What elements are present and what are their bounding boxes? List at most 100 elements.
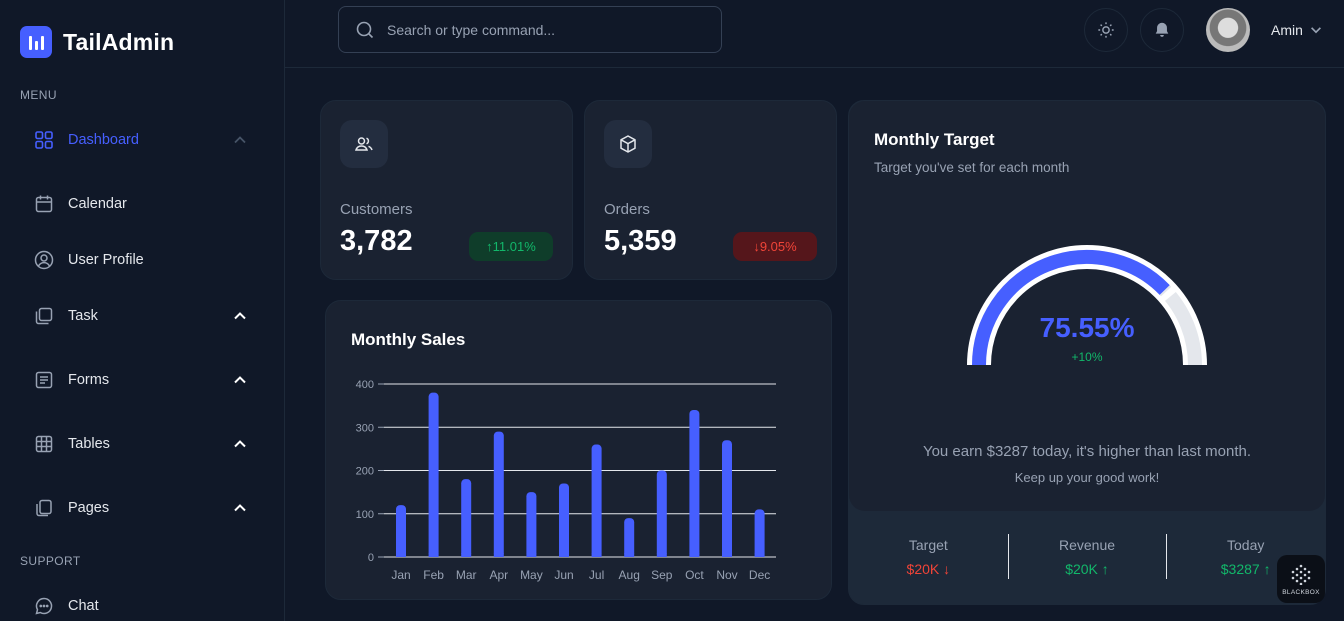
task-icon [32,304,56,328]
user-menu[interactable]: Amin [1271,22,1323,38]
metric-value: 5,359 [604,225,677,257]
bar-base [656,553,667,557]
bar-base [689,553,700,557]
change-badge: ↑ 11.01% [469,232,553,261]
bar-base [493,553,504,557]
sidebar-item-task[interactable]: Task [20,296,260,336]
monthly-target-card: Monthly Target Target you've set for eac… [848,100,1326,605]
sidebar-item-label: Task [68,308,98,324]
y-tick-label: 200 [356,466,374,478]
user-circle-icon [32,248,56,272]
x-tick-label: Mar [456,568,477,582]
sidebar-item-label: User Profile [68,252,144,268]
x-tick-label: Jun [554,568,573,582]
sidebar-item-label: Dashboard [68,132,139,148]
metric-value: 3,782 [340,225,413,257]
bar-base [591,553,602,557]
bar [656,470,667,557]
users-icon [340,120,388,168]
target-message: You earn $3287 today, it's higher than l… [922,443,1252,460]
box-icon [604,120,652,168]
arrow-down-icon: ↓ [943,561,951,577]
bar-base [722,553,732,557]
monthly-sales-chart: 0 100 200 300 400 Jan Feb Mar Apr May Jun Jul Aug Sep… [356,379,776,582]
stat-value: $20K ↓ [849,561,1008,577]
bar-base [754,553,765,557]
x-tick-label: Apr [489,568,508,582]
bell-icon [1155,22,1169,37]
stat-amount: $20K [1065,561,1098,577]
y-tick-label: 300 [356,422,374,434]
orders-card: Orders 5,359 ↓ 9.05% [584,100,837,280]
sidebar-item-chat[interactable]: Chat [20,586,260,621]
avatar[interactable] [1206,8,1250,52]
x-tick-label: Dec [749,568,770,582]
gauge-divider [1160,286,1177,302]
bar [624,518,635,557]
sidebar: TailAdmin MENU Dashboard Calendar User P… [0,0,285,621]
grid-icon [32,128,56,152]
x-tick-label: May [520,568,543,582]
x-tick-label: Oct [685,568,704,582]
x-tick-label: Jul [589,568,604,582]
notifications-button[interactable] [1140,8,1184,52]
bar-base [396,553,406,557]
x-tick-label: Nov [716,568,737,582]
stat-value: $20K ↑ [1008,561,1167,577]
chevron-up-icon [234,376,246,384]
stat-label: Revenue [1058,537,1116,553]
chevron-up-icon [234,504,246,512]
user-name: Amin [1271,22,1303,38]
sidebar-item-pages[interactable]: Pages [20,488,260,528]
x-tick-label: Sep [651,568,673,582]
support-section-label: SUPPORT [20,554,81,568]
bar-base [428,553,439,557]
change-value: 11.01% [492,239,536,254]
app-logo[interactable]: TailAdmin [20,26,174,58]
bar-base [559,553,569,557]
menu-section-label: MENU [20,88,57,102]
gauge-value: 75.55% [1039,312,1135,343]
y-tick-label: 400 [356,379,374,391]
sidebar-item-label: Calendar [68,196,127,212]
top-header: Amin [285,0,1344,68]
bar [461,479,472,557]
change-value: 9.05% [759,239,797,254]
bar-base [461,553,472,557]
change-badge: ↓ 9.05% [733,232,817,261]
stat-label: Today [1227,537,1265,553]
sidebar-item-user-profile[interactable]: User Profile [20,240,260,280]
bar-base [624,553,635,557]
pages-icon [32,496,56,520]
bar [526,492,537,557]
y-tick-label: 0 [368,552,374,564]
stat-target: Target $20K ↓ [849,511,1008,604]
gauge-change: +10% [1071,350,1103,364]
chevron-up-icon [234,440,246,448]
search-bar[interactable] [338,6,722,53]
theme-toggle-button[interactable] [1084,8,1128,52]
arrow-up-icon: ↑ [1263,561,1271,577]
search-input[interactable] [387,21,707,38]
sidebar-item-calendar[interactable]: Calendar [20,184,260,224]
bar [689,409,700,557]
sidebar-item-dashboard[interactable]: Dashboard [20,120,260,160]
form-icon [32,368,56,392]
stat-revenue: Revenue $20K ↑ [1007,511,1167,604]
sun-icon [1098,22,1114,38]
blackbox-label: BLACKBOX [1282,588,1320,596]
y-tick-label: 100 [356,509,374,521]
bar [591,444,602,557]
bar [493,431,504,557]
calendar-icon [32,192,56,216]
app-name: TailAdmin [63,28,175,55]
search-icon [356,21,374,38]
logo-icon [20,26,52,58]
bar [428,392,439,557]
sidebar-item-forms[interactable]: Forms [20,360,260,400]
blackbox-logo[interactable]: BLACKBOX [1277,555,1325,603]
metric-label: Customers [340,201,413,218]
bar [396,505,406,557]
sidebar-item-tables[interactable]: Tables [20,424,260,464]
chevron-up-icon [234,312,246,320]
